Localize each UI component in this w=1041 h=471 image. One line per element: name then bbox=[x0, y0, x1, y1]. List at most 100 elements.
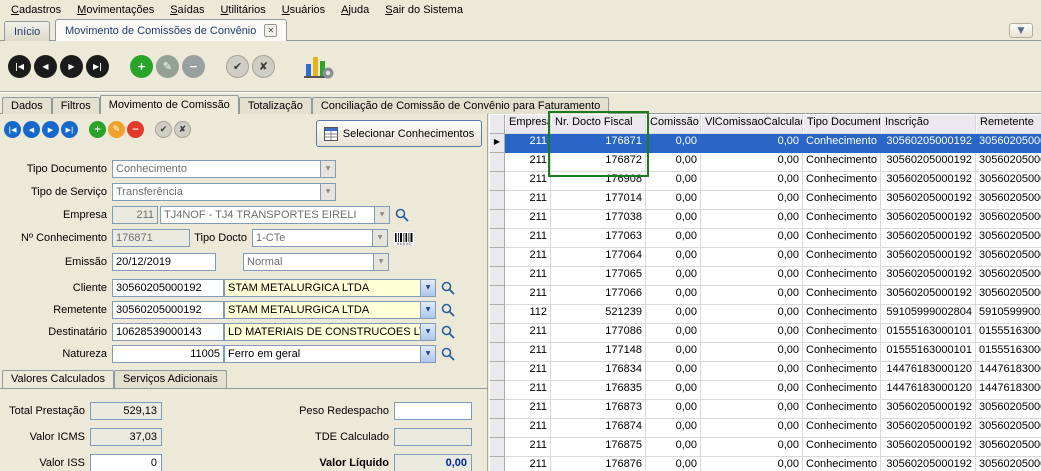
menu-utilitarios[interactable]: Utilitários bbox=[212, 2, 273, 18]
table-row[interactable]: 2111768740,000,00Conhecimento30560205000… bbox=[489, 419, 1041, 438]
commission-grid[interactable]: EmpresaNr. Docto FiscalComissãoVlComissa… bbox=[489, 114, 1041, 471]
total-prestacao-field: 529,13 bbox=[90, 402, 162, 420]
detail-confirm-button[interactable]: ✔ bbox=[155, 121, 172, 138]
tab-filtros[interactable]: Filtros bbox=[52, 97, 100, 114]
detail-edit-button[interactable]: ✎ bbox=[108, 121, 125, 138]
table-row[interactable]: 2111770140,000,00Conhecimento30560205000… bbox=[489, 191, 1041, 210]
table-row[interactable]: 2111770860,000,00Conhecimento01555163000… bbox=[489, 324, 1041, 343]
tipo-docto-select[interactable]: 1-CTe ▼ bbox=[252, 229, 388, 247]
next-record-button[interactable]: ▶ bbox=[60, 55, 83, 78]
detail-cancel-button[interactable]: ✘ bbox=[174, 121, 191, 138]
cancel-button[interactable]: ✘ bbox=[252, 55, 275, 78]
valor-iss-field[interactable]: 0 bbox=[90, 454, 162, 471]
natureza-code-field[interactable]: 11005 bbox=[112, 345, 224, 363]
column-header[interactable]: Inscrição bbox=[881, 114, 976, 134]
table-row[interactable]: 2111770380,000,00Conhecimento30560205000… bbox=[489, 210, 1041, 229]
menu-sair-do-sistema[interactable]: Sair do Sistema bbox=[377, 2, 471, 18]
detail-previous-record-button[interactable]: ◀ bbox=[23, 121, 40, 138]
remetente-name-select[interactable]: STAM METALURGICA LTDA ▼ bbox=[224, 301, 436, 319]
confirm-button[interactable]: ✔ bbox=[226, 55, 249, 78]
table-row[interactable]: 2111768340,000,00Conhecimento14476183000… bbox=[489, 362, 1041, 381]
previous-record-button[interactable]: ◀ bbox=[34, 55, 57, 78]
first-record-button[interactable]: |◀ bbox=[8, 55, 31, 78]
table-cell: 30560205000 bbox=[976, 457, 1041, 471]
destinatario-name-select[interactable]: LD MATERIAIS DE CONSTRUCOES LTDA ▼ bbox=[224, 323, 436, 341]
empresa-code-field[interactable]: 211 bbox=[112, 206, 158, 224]
column-header[interactable]: Nr. Docto Fiscal bbox=[551, 114, 646, 134]
table-row[interactable]: 2111770640,000,00Conhecimento30560205000… bbox=[489, 248, 1041, 267]
cliente-search-button[interactable] bbox=[439, 279, 457, 297]
tab-servicos-adicionais[interactable]: Serviços Adicionais bbox=[114, 370, 227, 388]
valor-liquido-label: Valor Líquido bbox=[276, 457, 394, 469]
column-header[interactable]: Empresa bbox=[505, 114, 551, 134]
menu-ajuda[interactable]: Ajuda bbox=[333, 2, 377, 18]
cliente-name-select[interactable]: STAM METALURGICA LTDA ▼ bbox=[224, 279, 436, 297]
tab-inicio[interactable]: Início bbox=[4, 21, 50, 41]
table-cell: 177065 bbox=[551, 267, 646, 286]
tipo-documento-select[interactable]: Conhecimento ▼ bbox=[112, 160, 336, 178]
table-row[interactable]: 2111769080,000,00Conhecimento30560205000… bbox=[489, 172, 1041, 191]
menu-usuarios[interactable]: Usuários bbox=[274, 2, 333, 18]
table-cell: Conhecimento bbox=[803, 419, 881, 438]
emissao-field[interactable]: 20/12/2019 bbox=[112, 253, 216, 271]
conhecimento-field[interactable]: 176871 bbox=[112, 229, 190, 247]
emissao-tipo-select[interactable]: Normal ▼ bbox=[243, 253, 389, 271]
detail-first-record-button[interactable]: |◀ bbox=[4, 121, 21, 138]
tab-dados[interactable]: Dados bbox=[2, 97, 52, 114]
menu-cadastros[interactable]: Cadastros bbox=[3, 2, 69, 18]
table-row[interactable]: 2111768720,000,00Conhecimento30560205000… bbox=[489, 153, 1041, 172]
destinatario-search-button[interactable] bbox=[439, 323, 457, 341]
column-header[interactable]: Remetente bbox=[976, 114, 1041, 134]
edit-record-button[interactable]: ✎ bbox=[156, 55, 179, 78]
natureza-search-button[interactable] bbox=[439, 345, 457, 363]
detail-next-record-button[interactable]: ▶ bbox=[42, 121, 59, 138]
table-cell: 177086 bbox=[551, 324, 646, 343]
menu-movimentacoes[interactable]: Movimentações bbox=[69, 2, 162, 18]
tab-list-chevron-button[interactable]: ▼ bbox=[1009, 23, 1033, 38]
table-row[interactable]: 2111768750,000,00Conhecimento30560205000… bbox=[489, 438, 1041, 457]
detail-delete-button[interactable]: − bbox=[127, 121, 144, 138]
peso-redespacho-field[interactable] bbox=[394, 402, 472, 420]
table-row[interactable]: 2111770650,000,00Conhecimento30560205000… bbox=[489, 267, 1041, 286]
chart-settings-button[interactable] bbox=[304, 52, 334, 80]
table-row[interactable]: 2111770630,000,00Conhecimento30560205000… bbox=[489, 229, 1041, 248]
remetente-code-field[interactable]: 30560205000192 bbox=[112, 301, 224, 319]
table-row[interactable]: 2111768730,000,00Conhecimento30560205000… bbox=[489, 400, 1041, 419]
last-record-button[interactable]: ▶| bbox=[86, 55, 109, 78]
tipo-servico-select[interactable]: Transferência ▼ bbox=[112, 183, 336, 201]
menu-saidas[interactable]: Saídas bbox=[162, 2, 212, 18]
destinatario-code-field[interactable]: 10628539000143 bbox=[112, 323, 224, 341]
table-row[interactable]: 2111768350,000,00Conhecimento14476183000… bbox=[489, 381, 1041, 400]
cliente-code-field[interactable]: 30560205000192 bbox=[112, 279, 224, 297]
delete-record-button[interactable]: − bbox=[182, 55, 205, 78]
tab-movimento-comissoes-convenio[interactable]: Movimento de Comissões de Convênio ✕ bbox=[55, 19, 287, 41]
column-header[interactable]: VlComissaoCalculado bbox=[701, 114, 803, 134]
remetente-search-button[interactable] bbox=[439, 301, 457, 319]
tab-valores-calculados[interactable]: Valores Calculados bbox=[2, 370, 114, 388]
empresa-search-button[interactable] bbox=[393, 206, 411, 224]
tab-totalizacao[interactable]: Totalização bbox=[239, 97, 312, 114]
row-indicator-cell bbox=[489, 172, 505, 191]
tab-movimento-de-comissao[interactable]: Movimento de Comissão bbox=[100, 95, 239, 114]
empresa-name-select[interactable]: TJ4NOF - TJ4 TRANSPORTES EIRELI ▼ bbox=[160, 206, 390, 224]
detail-last-record-button[interactable]: ▶| bbox=[61, 121, 78, 138]
table-row[interactable]: 2111770660,000,00Conhecimento30560205000… bbox=[489, 286, 1041, 305]
table-row[interactable]: 1125212390,000,00Conhecimento59105999002… bbox=[489, 305, 1041, 324]
barcode-button[interactable]: 0 0 0 0 0 bbox=[391, 229, 417, 247]
column-header[interactable]: Comissão bbox=[646, 114, 701, 134]
close-tab-icon[interactable]: ✕ bbox=[264, 24, 277, 37]
column-header[interactable]: Tipo Documento bbox=[803, 114, 881, 134]
valor-liquido-field: 0,00 bbox=[394, 454, 472, 471]
table-cell: 0,00 bbox=[701, 438, 803, 457]
table-row[interactable]: 2111768760,000,00Conhecimento30560205000… bbox=[489, 457, 1041, 471]
selecionar-conhecimentos-button[interactable]: Selecionar Conhecimentos bbox=[316, 120, 482, 147]
valor-iss-label: Valor ISS bbox=[0, 457, 90, 469]
dropdown-arrow-icon: ▼ bbox=[420, 324, 435, 340]
detail-add-button[interactable]: + bbox=[89, 121, 106, 138]
tab-conciliacao-comissao-faturamento[interactable]: Conciliação de Comissão de Convênio para… bbox=[312, 97, 609, 114]
table-cell: 211 bbox=[505, 153, 551, 172]
table-row[interactable]: 2111771480,000,00Conhecimento01555163000… bbox=[489, 343, 1041, 362]
table-row[interactable]: ▶2111768710,000,00Conhecimento3056020500… bbox=[489, 134, 1041, 153]
natureza-name-select[interactable]: Ferro em geral ▼ bbox=[224, 345, 436, 363]
add-record-button[interactable]: + bbox=[130, 55, 153, 78]
